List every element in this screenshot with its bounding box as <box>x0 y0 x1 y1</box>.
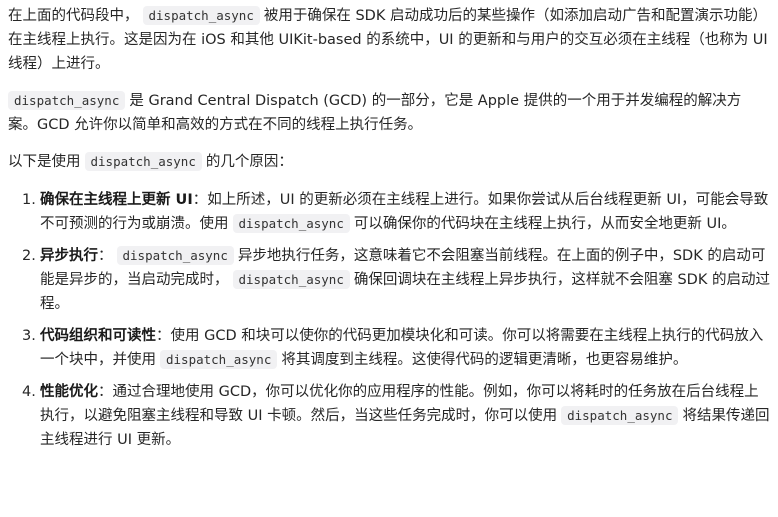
list-item-title: 代码组织和可读性 <box>40 328 156 344</box>
paragraph-gcd: dispatch_async 是 Grand Central Dispatch (… <box>8 89 770 137</box>
inline-code: dispatch_async <box>232 270 350 289</box>
inline-code: dispatch_async <box>84 152 202 171</box>
list-item-title: 异步执行 <box>40 248 98 264</box>
list-item-title: 确保在主线程上更新 UI <box>40 192 193 208</box>
bottom-fade <box>0 503 778 517</box>
paragraph-intro: 在上面的代码段中， dispatch_async 被用于确保在 SDK 启动成功后的… <box>8 4 770 76</box>
paragraph-reasons-intro: 以下是使用 dispatch_async 的几个原因： <box>8 150 770 174</box>
inline-code: dispatch_async <box>160 350 278 369</box>
inline-code: dispatch_async <box>561 406 679 425</box>
list-item: 3. 代码组织和可读性：使用 GCD 和块可以使你的代码更加模块化和可读。你可以… <box>22 324 770 372</box>
reasons-list: 1. 确保在主线程上更新 UI：如上所述，UI 的更新必须在主线程上进行。如果你… <box>8 188 770 452</box>
list-item: 2. 异步执行： dispatch_async 异步地执行任务，这意味着它不会阻塞当… <box>22 244 770 316</box>
list-item-title: 性能优化 <box>40 384 98 400</box>
text: 在上面的代码段中， <box>8 8 139 24</box>
message-content: 在上面的代码段中， dispatch_async 被用于确保在 SDK 启动成功后的… <box>8 4 770 460</box>
inline-code: dispatch_async <box>142 6 260 25</box>
inline-code: dispatch_async <box>116 246 234 265</box>
text: 可以确保你的代码块在主线程上执行，从而安全地更新 UI。 <box>353 216 736 232</box>
text: 将其调度到主线程。这使得代码的逻辑更清晰，也更容易维护。 <box>281 352 688 368</box>
list-item: 4. 性能优化：通过合理地使用 GCD，你可以优化你的应用程序的性能。例如，你可… <box>22 380 770 452</box>
list-number: 2. <box>22 248 36 264</box>
list-number: 4. <box>22 384 36 400</box>
inline-code: dispatch_async <box>232 214 350 233</box>
list-number: 1. <box>22 192 36 208</box>
text: ： <box>98 248 113 264</box>
list-number: 3. <box>22 328 36 344</box>
list-item: 1. 确保在主线程上更新 UI：如上所述，UI 的更新必须在主线程上进行。如果你… <box>22 188 770 236</box>
text: 的几个原因： <box>205 154 293 170</box>
text: 以下是使用 <box>8 154 81 170</box>
inline-code: dispatch_async <box>8 91 126 110</box>
